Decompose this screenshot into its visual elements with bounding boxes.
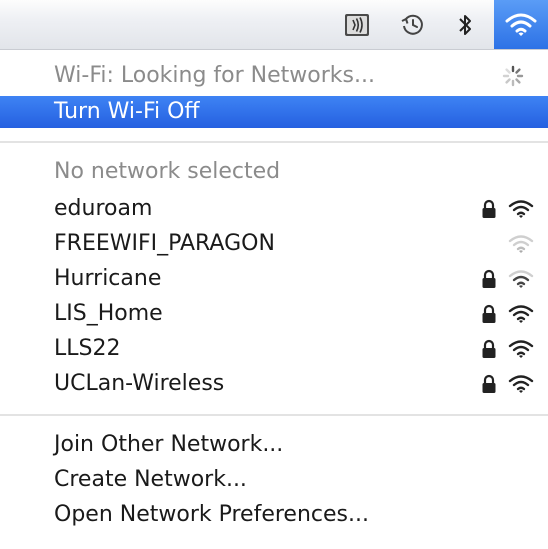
join-other-network-item[interactable]: Join Other Network... [0, 429, 548, 461]
menu-separator [0, 414, 548, 416]
join-other-network-label: Join Other Network... [54, 432, 284, 457]
open-network-preferences-item[interactable]: Open Network Preferences... [0, 499, 548, 531]
network-item-lis-home[interactable]: LIS_Home [0, 298, 548, 330]
wifi-status-label: Wi-Fi: Looking for Networks... [54, 63, 375, 88]
wifi-icon[interactable] [494, 0, 548, 49]
network-item-eduroam[interactable]: eduroam [0, 193, 548, 225]
bluetooth-icon[interactable] [447, 0, 483, 49]
lock-icon [482, 269, 496, 288]
wifi-signal-strong-icon [508, 305, 534, 323]
network-name: eduroam [54, 196, 153, 221]
wifi-status-item: Wi-Fi: Looking for Networks... [0, 60, 548, 92]
turn-wifi-off-label: Turn Wi-Fi Off [54, 99, 200, 124]
network-name: LIS_Home [54, 301, 163, 326]
network-name: UCLan-Wireless [54, 371, 225, 396]
wifi-signal-strong-icon [508, 375, 534, 393]
lock-icon [482, 199, 496, 218]
wifi-signal-strong-icon [508, 200, 534, 218]
turn-wifi-off-item[interactable]: Turn Wi-Fi Off [0, 96, 548, 128]
wifi-menu: Wi-Fi: Looking for Networks... Turn Wi-F… [0, 50, 548, 549]
open-network-preferences-label: Open Network Preferences... [54, 502, 369, 527]
network-name: FREEWIFI_PARAGON [54, 231, 275, 256]
network-section-header: No network selected [0, 156, 548, 188]
network-item-freewifi-paragon[interactable]: FREEWIFI_PARAGON [0, 228, 548, 260]
wifi-signal-weak-icon [508, 235, 534, 253]
wifi-signal-medium-icon [508, 270, 534, 288]
menu-bar [0, 0, 548, 50]
lock-icon [482, 304, 496, 323]
wifi-signal-strong-icon [508, 340, 534, 358]
create-network-item[interactable]: Create Network... [0, 464, 548, 496]
network-name: LLS22 [54, 336, 121, 361]
time-machine-icon[interactable] [393, 0, 433, 49]
lock-icon [482, 374, 496, 393]
loading-spinner-icon [502, 65, 524, 87]
network-item-lls22[interactable]: LLS22 [0, 333, 548, 365]
network-header-label: No network selected [54, 159, 281, 184]
create-network-label: Create Network... [54, 467, 247, 492]
network-name: Hurricane [54, 266, 162, 291]
network-item-hurricane[interactable]: Hurricane [0, 263, 548, 295]
menu-separator [0, 141, 548, 143]
network-item-uclan-wireless[interactable]: UCLan-Wireless [0, 368, 548, 400]
lock-icon [482, 339, 496, 358]
airplay-icon[interactable] [337, 0, 377, 49]
